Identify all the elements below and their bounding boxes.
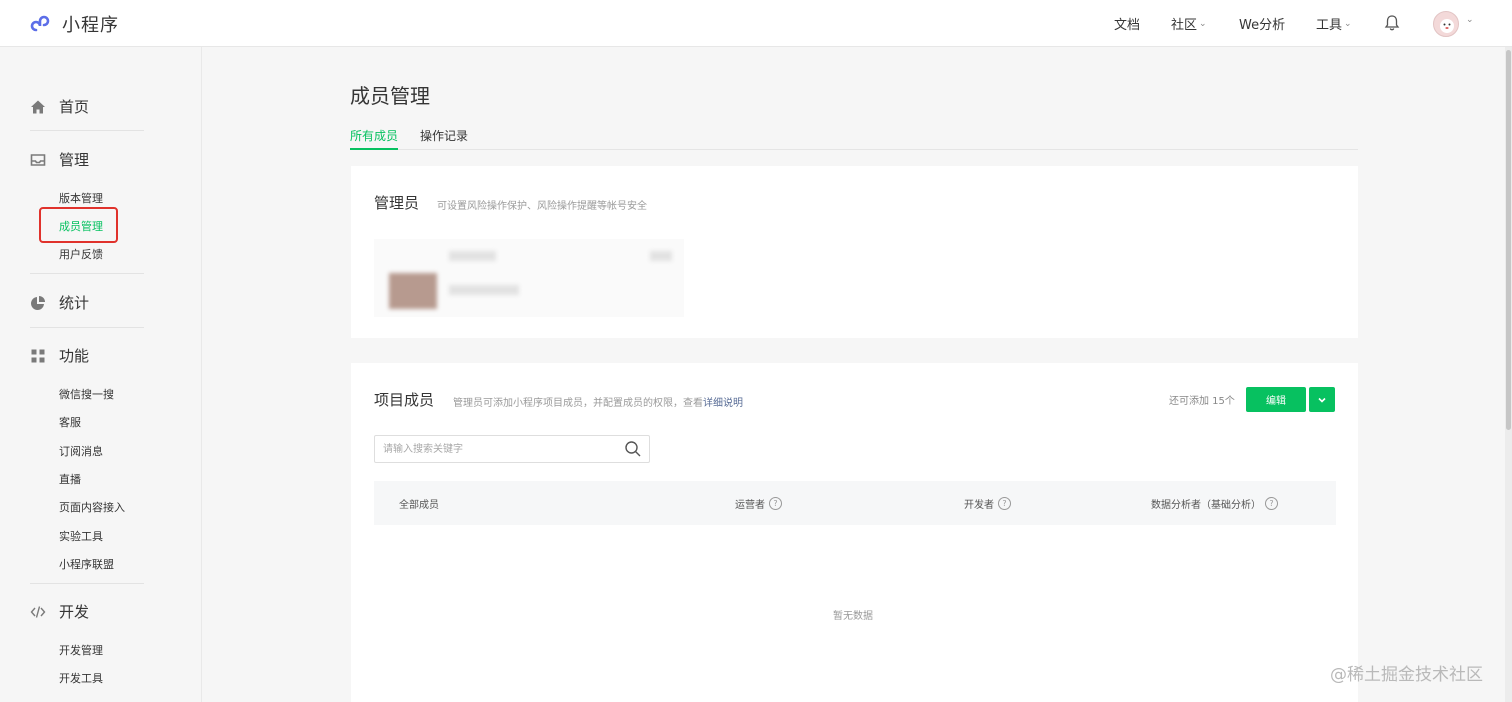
sidebar-group-label: 功能 [59,347,90,365]
sidebar-group-features[interactable]: 功能 [30,345,89,366]
divider [30,273,144,274]
nav-community-label: 社区 [1171,18,1198,33]
members-card-desc-text: 管理员可添加小程序项目成员，并配置成员的权限，查看 [453,398,703,409]
sidebar-item-subscribe-message[interactable]: 订阅消息 [59,443,103,459]
sidebar-item-experiment-tools[interactable]: 实验工具 [59,528,103,544]
tab-all-members[interactable]: 所有成员 [350,127,399,150]
sidebar-group-label: 首页 [59,98,90,116]
help-icon[interactable]: ? [1265,497,1278,510]
page-scrollbar-thumb[interactable] [1506,50,1511,430]
nav-docs[interactable]: 文档 [1114,0,1140,47]
inbox-icon [30,153,46,166]
sidebar-group-label: 管理 [59,151,90,169]
column-label: 全部成员 [399,500,439,511]
bell-icon[interactable] [1383,14,1401,32]
edit-dropdown-button[interactable] [1309,387,1335,412]
code-icon [30,605,46,618]
app-logo[interactable]: 小程序 [30,11,119,37]
tab-operation-log[interactable]: 操作记录 [420,127,468,150]
help-icon[interactable]: ? [769,497,782,510]
admin-name-blurred [449,251,496,261]
sidebar-item-customer-service[interactable]: 客服 [59,414,81,430]
sidebar-group-home[interactable]: 首页 [30,96,89,117]
pie-chart-icon [31,295,45,310]
page-title: 成员管理 [350,84,430,108]
sidebar-group-manage[interactable]: 管理 [30,149,89,170]
search-icon[interactable] [624,440,642,458]
avatar-image-icon [1440,19,1454,33]
member-search [374,435,650,463]
nav-docs-label: 文档 [1114,18,1141,33]
sidebar-item-wechat-search[interactable]: 微信搜一搜 [59,386,114,402]
members-table-header: 全部成员 运营者 ? 开发者 ? 数据分析者（基础分析） ? [374,481,1336,525]
watermark: @稀土掘金技术社区 [1330,665,1483,685]
sidebar-item-user-feedback[interactable]: 用户反馈 [59,246,103,262]
help-icon[interactable]: ? [998,497,1011,510]
admin-card-desc: 可设置风险操作保护、风险操作提醒等帐号安全 [437,201,647,212]
sidebar-item-miniprogram-alliance[interactable]: 小程序联盟 [59,556,114,572]
nav-we-analysis[interactable]: We分析 [1239,0,1285,47]
sidebar-group-label: 开发 [59,603,90,621]
admin-avatar-blurred [389,273,437,309]
empty-state-text: 暂无数据 [833,611,873,622]
sidebar-group-stats[interactable]: 统计 [30,292,89,313]
members-card-title: 项目成员 [374,391,435,409]
grid-icon [31,349,45,362]
sidebar-group-label: 统计 [59,294,90,312]
tab-bar: 所有成员 操作记录 [350,127,1358,150]
column-label: 开发者 [964,500,994,511]
column-data-analyst: 数据分析者（基础分析） ? [1151,496,1278,511]
sidebar-item-version-manage[interactable]: 版本管理 [59,190,103,206]
edit-button[interactable]: 编辑 [1246,387,1306,412]
chevron-down-icon[interactable]: ⌄ [1466,15,1474,25]
admin-card-title: 管理员 [374,194,420,212]
divider [30,327,144,328]
column-all-members: 全部成员 [399,496,439,511]
annotation-highlight-box [39,207,118,243]
column-operator: 运营者 ? [735,496,782,511]
sidebar-item-dev-tools[interactable]: 开发工具 [59,670,103,686]
search-input[interactable] [383,436,613,462]
home-icon [31,100,45,113]
avatar[interactable] [1433,11,1459,37]
nav-tools[interactable]: 工具 ⌄ [1316,0,1352,47]
divider [30,130,144,131]
add-count-text: 还可添加 15个 [1169,396,1235,407]
app-name: 小程序 [62,15,119,36]
chevron-down-icon: ⌄ [1344,18,1352,29]
sidebar-group-develop[interactable]: 开发 [30,601,89,622]
chevron-down-icon: ⌄ [1199,18,1207,29]
admin-id-blurred [449,285,519,295]
top-bar: 小程序 文档 社区 ⌄ We分析 工具 ⌄ ⌄ [0,0,1512,47]
members-card [351,363,1358,702]
members-card-desc: 管理员可添加小程序项目成员，并配置成员的权限，查看详细说明 [453,394,743,409]
nav-tools-label: 工具 [1316,18,1343,33]
column-label: 运营者 [735,500,765,511]
sidebar-item-dev-manage[interactable]: 开发管理 [59,642,103,658]
nav-community[interactable]: 社区 ⌄ [1171,0,1207,47]
admin-info-tile [374,239,684,317]
sidebar-item-live[interactable]: 直播 [59,471,81,487]
chevron-down-icon [1318,397,1326,403]
miniprogram-logo-icon [30,15,50,32]
admin-action-blurred[interactable] [650,251,672,261]
column-developer: 开发者 ? [964,496,1011,511]
sidebar-item-page-content[interactable]: 页面内容接入 [59,499,125,515]
details-link[interactable]: 详细说明 [703,398,743,409]
nav-we-analysis-label: We分析 [1239,18,1286,33]
column-label: 数据分析者（基础分析） [1151,500,1261,511]
divider [30,583,144,584]
